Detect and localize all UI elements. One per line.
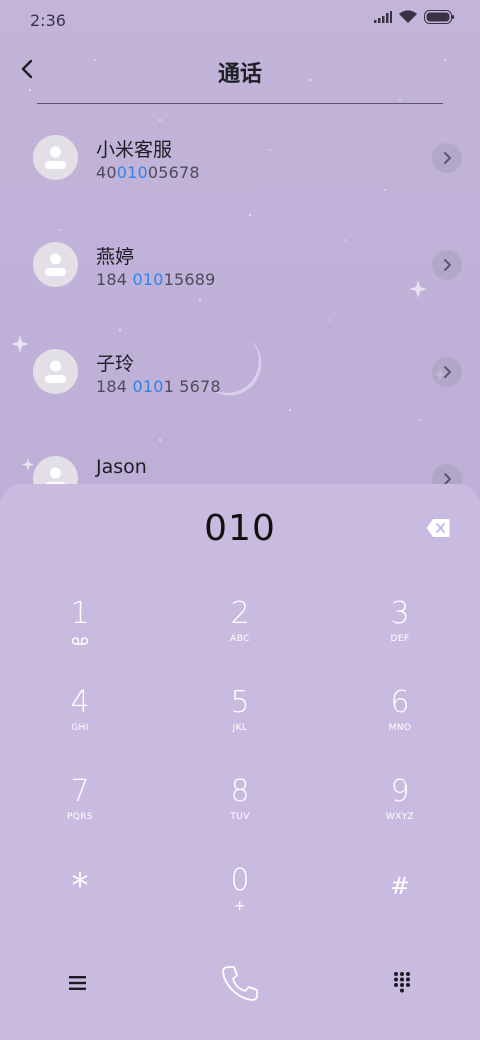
dial-key-5[interactable]: 5 JKL (180, 686, 300, 762)
dial-key-0[interactable]: 0 + (180, 864, 300, 940)
contact-number: 184 0101 5678 (96, 377, 221, 396)
contact-row[interactable]: 小米客服 4001005678 (0, 135, 480, 215)
signal-icon (374, 11, 392, 23)
backspace-icon[interactable] (426, 518, 450, 538)
dialpad-icon[interactable] (393, 971, 411, 993)
dial-input[interactable]: 010 (0, 508, 480, 549)
dial-key-7[interactable]: 7 PQRS (20, 775, 140, 851)
dial-key-hash[interactable]: # (340, 869, 460, 945)
dial-key-4[interactable]: 4 GHI (20, 686, 140, 762)
battery-icon (424, 10, 454, 24)
dial-key-6[interactable]: 6 MNO (340, 686, 460, 762)
avatar (33, 349, 78, 394)
key-digit: 0 (230, 863, 250, 898)
avatar-icon (45, 253, 66, 276)
key-digit: 9 (390, 774, 410, 809)
voicemail-icon (71, 637, 89, 645)
dial-key-8[interactable]: 8 TUV (180, 775, 300, 851)
avatar-icon (45, 146, 66, 169)
key-letters: TUV (230, 812, 250, 822)
key-digit: 3 (390, 596, 410, 631)
contact-name: Jason (96, 456, 147, 478)
key-digit: 6 (390, 685, 410, 720)
contact-detail-button[interactable] (432, 143, 462, 173)
menu-icon[interactable] (68, 975, 88, 991)
key-digit: 1 (70, 596, 90, 631)
key-letters: + (233, 898, 247, 914)
key-letters: WXYZ (385, 812, 415, 822)
contact-detail-button[interactable] (432, 250, 462, 280)
key-digit: 2 (230, 596, 250, 631)
contact-name: 小米客服 (96, 139, 173, 161)
status-time: 2:36 (30, 11, 66, 30)
dial-key-9[interactable]: 9 WXYZ (340, 775, 460, 851)
contact-row[interactable]: 子玲 184 0101 5678 (0, 349, 480, 429)
key-digit: * (71, 866, 89, 906)
key-letters: PQRS (66, 812, 94, 822)
key-digit: # (389, 872, 411, 900)
dial-key-star[interactable]: * (20, 869, 140, 945)
contact-name: 燕婷 (96, 246, 135, 268)
key-digit: 4 (70, 685, 90, 720)
call-icon[interactable] (219, 962, 261, 1004)
avatar-icon (45, 360, 66, 383)
key-digit: 5 (230, 685, 250, 720)
dialer-action-bar (0, 960, 480, 1010)
chevron-right-icon (444, 366, 451, 378)
key-letters: MNO (388, 723, 412, 733)
contact-detail-button[interactable] (432, 357, 462, 387)
key-digit: 8 (230, 774, 250, 809)
contact-name: 子玲 (96, 353, 135, 375)
contact-row[interactable]: 燕婷 184 01015689 (0, 242, 480, 322)
chevron-right-icon (444, 259, 451, 271)
header-divider (37, 103, 443, 104)
dial-key-3[interactable]: 3 DEF (340, 597, 460, 673)
dial-key-2[interactable]: 2 ABC (180, 597, 300, 673)
avatar (33, 135, 78, 180)
chevron-right-icon (444, 152, 451, 164)
key-letters: GHI (71, 723, 89, 733)
dial-key-1[interactable]: 1 (20, 597, 140, 673)
dialpad-panel: 010 1 2 ABC 3 DEF 4 GHI 5 JKL 6 MNO 7 PQ… (0, 484, 480, 1040)
key-digit: 7 (70, 774, 90, 809)
contact-number: 184 01015689 (96, 270, 216, 289)
page-title: 通话 (217, 62, 262, 87)
key-letters: JKL (232, 723, 248, 733)
contact-number: 4001005678 (96, 163, 200, 182)
avatar (33, 242, 78, 287)
wifi-icon (399, 10, 417, 23)
key-letters: DEF (390, 634, 410, 644)
status-bar: 2:36 (0, 0, 480, 40)
key-letters: ABC (230, 634, 250, 644)
